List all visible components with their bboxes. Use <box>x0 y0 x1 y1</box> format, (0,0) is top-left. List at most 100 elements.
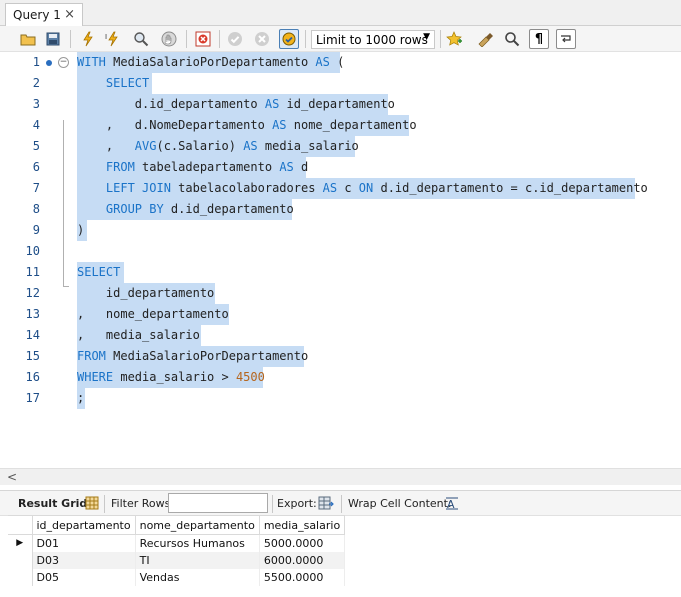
statement-marker-icon <box>46 60 52 66</box>
code-line[interactable]: 8 GROUP BY d.id_departamento <box>0 199 681 220</box>
wrap-cell-icon[interactable]: A <box>442 493 462 513</box>
code-text: FROM tabeladepartamento AS d <box>105 160 309 174</box>
code-line[interactable]: 5 , AVG(c.Salario) AS media_salario <box>0 136 681 157</box>
code-line[interactable]: 2 SELECT <box>0 73 681 94</box>
code-text: SELECT <box>105 76 150 90</box>
code-line[interactable]: 11 SELECT <box>0 262 681 283</box>
line-number: 8 <box>32 202 40 216</box>
code-line[interactable]: 4 , d.NomeDepartamento AS nome_departame… <box>0 115 681 136</box>
line-number: 15 <box>25 349 40 363</box>
line-number: 14 <box>25 328 40 342</box>
code-line[interactable]: 13 , nome_departamento <box>0 304 681 325</box>
current-row-icon: ▶ <box>8 534 33 552</box>
scroll-left-icon[interactable]: < <box>7 470 17 484</box>
result-grid[interactable]: id_departamento nome_departamento media_… <box>8 515 346 586</box>
save-icon[interactable] <box>43 29 63 49</box>
cell-id-departamento[interactable]: D01 <box>32 534 136 552</box>
line-number: 10 <box>25 244 40 258</box>
cell-nome-departamento[interactable]: Vendas <box>135 568 260 586</box>
code-line[interactable]: 17; <box>0 388 681 409</box>
line-number: 9 <box>32 223 40 237</box>
tab-query-1[interactable]: Query 1 × <box>5 3 83 26</box>
line-number: 4 <box>32 118 40 132</box>
line-number: 1 <box>32 55 40 69</box>
code-line[interactable]: 1 − WITH MediaSalarioPorDepartamento AS ( <box>0 52 681 73</box>
table-row[interactable]: D03 TI 6000.0000 <box>8 551 346 569</box>
find-icon[interactable] <box>502 29 522 49</box>
export-label: Export: <box>277 497 317 510</box>
cell-media-salario[interactable]: 6000.0000 <box>259 551 346 569</box>
cell-id-departamento[interactable]: D05 <box>32 568 136 586</box>
code-line[interactable]: 7 LEFT JOIN tabelacolaboradores AS c ON … <box>0 178 681 199</box>
code-line[interactable]: 6 FROM tabeladepartamento AS d <box>0 157 681 178</box>
rollback-icon[interactable] <box>252 29 272 49</box>
toggle-error-icon[interactable] <box>193 29 213 49</box>
code-line[interactable]: 12 id_departamento <box>0 283 681 304</box>
result-grid-label[interactable]: Result Grid <box>18 497 87 510</box>
export-icon[interactable] <box>316 493 336 513</box>
tab-title: Query 1 <box>13 8 61 22</box>
svg-text:A: A <box>447 498 455 510</box>
grid-view-icon[interactable] <box>82 493 102 513</box>
table-row[interactable]: D05 Vendas 5500.0000 <box>8 568 346 586</box>
code-line[interactable]: 9) <box>0 220 681 241</box>
code-line[interactable]: 3 d.id_departamento AS id_departamento <box>0 94 681 115</box>
execute-current-icon[interactable]: I <box>103 29 123 49</box>
autocommit-icon[interactable] <box>279 29 299 49</box>
filter-rows-input[interactable] <box>168 493 268 513</box>
cell-media-salario[interactable]: 5500.0000 <box>259 568 346 586</box>
limit-rows-value: Limit to 1000 rows <box>316 32 428 47</box>
code-text: ) <box>77 223 85 237</box>
code-text: LEFT JOIN tabelacolaboradores AS c ON d.… <box>105 181 648 195</box>
limit-rows-select[interactable]: Limit to 1000 rows ▼ <box>311 30 435 49</box>
row-header <box>8 568 33 586</box>
word-wrap-icon[interactable] <box>556 29 576 49</box>
code-text: , media_salario <box>77 328 200 342</box>
commit-icon[interactable] <box>225 29 245 49</box>
column-header[interactable]: nome_departamento <box>134 515 260 535</box>
code-text: WHERE media_salario > 4500 <box>77 370 265 384</box>
line-number: 6 <box>32 160 40 174</box>
code-text: SELECT <box>77 265 121 279</box>
code-line[interactable]: 14 , media_salario <box>0 325 681 346</box>
code-text: WITH MediaSalarioPorDepartamento AS ( <box>77 55 345 69</box>
invisible-chars-icon[interactable]: ¶ <box>529 29 549 49</box>
line-number: 13 <box>25 307 40 321</box>
cell-nome-departamento[interactable]: Recursos Humanos <box>135 534 260 552</box>
open-folder-icon[interactable] <box>18 29 38 49</box>
beautify-icon[interactable] <box>476 29 496 49</box>
fold-toggle-icon[interactable]: − <box>58 57 69 68</box>
code-line[interactable]: 16 WHERE media_salario > 4500 <box>0 367 681 388</box>
code-text: , AVG(c.Salario) AS media_salario <box>77 139 359 153</box>
sql-editor[interactable]: 1 − WITH MediaSalarioPorDepartamento AS ( 2… <box>0 52 681 468</box>
code-text: FROM MediaSalarioPorDepartamento <box>77 349 309 363</box>
chevron-down-icon: ▼ <box>423 32 430 42</box>
stop-icon[interactable] <box>159 29 179 49</box>
cell-id-departamento[interactable]: D03 <box>32 551 136 569</box>
result-toolbar: Result Grid Filter Rows: Export: Wrap Ce… <box>0 490 681 516</box>
execute-icon[interactable] <box>78 29 98 49</box>
code-text: ; <box>77 391 85 405</box>
bookmark-icon[interactable] <box>444 29 464 49</box>
row-header <box>8 551 33 569</box>
code-text: , d.NomeDepartamento AS nome_departament… <box>77 118 417 132</box>
table-row[interactable]: ▶ D01 Recursos Humanos 5000.0000 <box>8 534 346 552</box>
column-header[interactable]: id_departamento <box>31 515 136 535</box>
cell-media-salario[interactable]: 5000.0000 <box>259 534 346 552</box>
code-line[interactable]: 15 FROM MediaSalarioPorDepartamento <box>0 346 681 367</box>
cell-nome-departamento[interactable]: TI <box>135 551 260 569</box>
editor-toolbar: I Limit to 1000 rows ▼ ¶ <box>0 26 681 52</box>
row-header-corner <box>8 515 33 535</box>
close-tab-icon[interactable]: × <box>64 7 75 22</box>
code-text: id_departamento <box>77 286 215 300</box>
explain-icon[interactable] <box>131 29 151 49</box>
filter-rows-label: Filter Rows: <box>111 497 175 510</box>
svg-text:I: I <box>105 33 107 41</box>
code-text: , nome_departamento <box>77 307 229 321</box>
horizontal-scrollbar[interactable]: < <box>0 468 681 485</box>
code-line[interactable]: 10 <box>0 241 681 262</box>
code-text: d.id_departamento AS id_departamento <box>77 97 395 111</box>
wrap-cell-label: Wrap Cell Content: <box>348 497 452 510</box>
line-number: 16 <box>25 370 40 384</box>
column-header[interactable]: media_salario <box>258 515 346 535</box>
